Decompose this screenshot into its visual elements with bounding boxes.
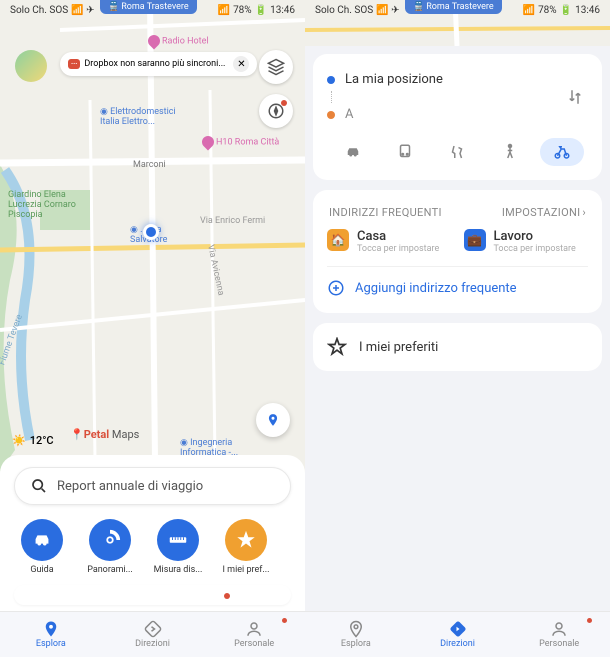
- nav-directions[interactable]: Direzioni: [102, 612, 204, 657]
- poi-elettro[interactable]: ◉ Elettrodomestici Italia Elettro...: [100, 107, 190, 127]
- mode-bike[interactable]: [540, 138, 584, 166]
- directions-icon: [144, 620, 162, 638]
- status-bar: Solo Ch. SOS 📶 ✈ 📶 78% 🔋 13:46: [305, 0, 610, 20]
- swap-button[interactable]: [562, 84, 588, 110]
- quick-booking[interactable]: BBo...: [286, 519, 291, 575]
- quick-measure[interactable]: Misura dis...: [150, 519, 206, 575]
- add-frequent-button[interactable]: Aggiungi indirizzo frequente: [327, 266, 588, 299]
- origin-dot-icon: [327, 76, 335, 84]
- poi-h10[interactable]: H10 Roma Città: [202, 136, 279, 148]
- route-to[interactable]: A: [327, 103, 562, 126]
- route-from[interactable]: La mia posizione: [327, 68, 562, 91]
- mode-car[interactable]: [331, 138, 375, 166]
- close-icon[interactable]: ✕: [233, 56, 249, 72]
- frequent-card: INDIRIZZI FREQUENTI IMPOSTAZIONI › 🏠 Cas…: [313, 190, 602, 313]
- favorites-card[interactable]: I miei preferiti: [313, 323, 602, 371]
- weather-badge[interactable]: ☀️ 12°C: [12, 434, 54, 447]
- address-work[interactable]: 💼 LavoroTocca per impostare: [464, 229, 589, 254]
- bottom-nav: Esplora Direzioni Personale: [305, 611, 610, 657]
- nav-explore[interactable]: Esplora: [0, 612, 102, 657]
- locate-button[interactable]: [256, 403, 290, 437]
- route-card: La mia posizione A: [313, 54, 602, 180]
- bottom-nav: Esplora Direzioni Personale: [0, 611, 305, 657]
- street-fermi: Via Enrico Fermi: [200, 216, 265, 226]
- notification-badge: ···: [68, 59, 80, 69]
- settings-link[interactable]: IMPOSTAZIONI ›: [502, 206, 586, 219]
- search-placeholder: Report annuale di viaggio: [57, 479, 203, 494]
- notification-dot: [587, 618, 592, 623]
- mode-taxi[interactable]: [435, 138, 479, 166]
- mode-transit[interactable]: [383, 138, 427, 166]
- poi-giardino: Giardino Elena Lucrezia Cornaro Piscopia: [8, 190, 98, 220]
- notification-pill[interactable]: ··· Dropbox non saranno più sincroni... …: [60, 52, 257, 76]
- search-input[interactable]: Report annuale di viaggio: [14, 467, 291, 505]
- mode-walk[interactable]: [488, 138, 532, 166]
- layers-button[interactable]: [259, 50, 293, 84]
- map-watermark: 📍Petal Maps: [70, 428, 139, 441]
- plus-circle-icon: [327, 279, 345, 297]
- person-icon: [245, 620, 263, 638]
- nav-personal[interactable]: Personale: [203, 612, 305, 657]
- person-icon: [550, 620, 568, 638]
- poi-radio-hotel[interactable]: Radio Hotel: [148, 35, 209, 47]
- star-icon: [327, 337, 347, 357]
- quick-favorites[interactable]: I miei pref...: [218, 519, 274, 575]
- notification-text: Dropbox non saranno più sincroni...: [84, 59, 225, 69]
- nav-personal[interactable]: Personale: [508, 612, 610, 657]
- current-location-dot: [143, 224, 159, 240]
- quick-guide[interactable]: Guida: [14, 519, 70, 575]
- location-icon: [42, 620, 60, 638]
- status-bar: Solo Ch. SOS 📶 ✈ 📶 78% 🔋 13:46: [0, 0, 305, 20]
- quick-actions-row: Guida Panorami... Misura dis... I miei p…: [14, 519, 291, 575]
- bottom-sheet[interactable]: Report annuale di viaggio Guida Panorami…: [0, 455, 305, 611]
- poi-marconi: Marconi: [133, 160, 166, 170]
- avatar[interactable]: [15, 50, 47, 82]
- quick-panorama[interactable]: Panorami...: [82, 519, 138, 575]
- destination-dot-icon: [327, 111, 335, 119]
- nav-explore[interactable]: Esplora: [305, 612, 407, 657]
- compass-button[interactable]: [259, 94, 293, 128]
- directions-icon: [449, 620, 467, 638]
- search-icon: [31, 478, 47, 494]
- directions-panel: La mia posizione A: [305, 46, 610, 611]
- nav-directions[interactable]: Direzioni: [407, 612, 509, 657]
- work-icon: 💼: [464, 229, 486, 251]
- partial-card[interactable]: [14, 585, 291, 605]
- location-icon: [347, 620, 365, 638]
- transport-modes: [327, 138, 588, 166]
- chevron-right-icon: ›: [582, 206, 586, 219]
- address-home[interactable]: 🏠 CasaTocca per impostare: [327, 229, 452, 254]
- home-icon: 🏠: [327, 229, 349, 251]
- frequent-title: INDIRIZZI FREQUENTI: [329, 206, 442, 219]
- notification-dot: [282, 618, 287, 623]
